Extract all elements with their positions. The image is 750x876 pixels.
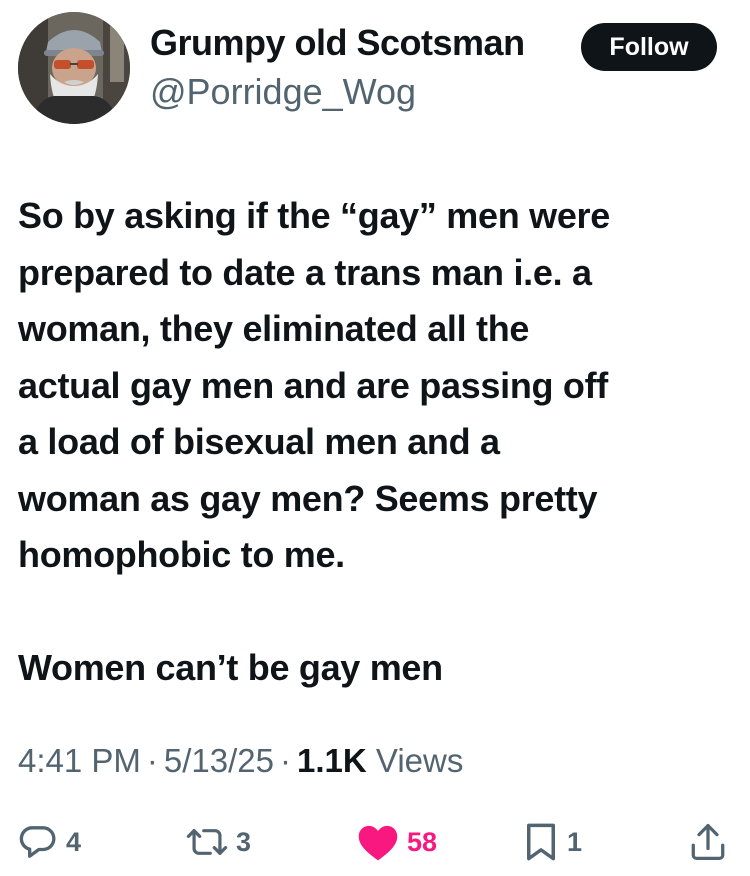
tweet-text-line: woman, they eliminated all the (18, 308, 530, 349)
tweet-closing-line: Women can’t be gay men (18, 647, 443, 688)
like-button[interactable]: 58 (357, 812, 437, 872)
tweet-date[interactable]: 5/13/25 (164, 742, 274, 779)
repost-icon (186, 829, 228, 855)
author-display-name[interactable]: Grumpy old Scotsman (150, 22, 525, 64)
views-label: Views (375, 742, 464, 779)
heart-icon (358, 825, 398, 861)
tweet-meta: 4:41 PM · 5/13/25 · 1.1K Views (18, 742, 463, 780)
like-count: 58 (407, 826, 438, 857)
share-icon (691, 824, 725, 860)
tweet-text-line: homophobic to me. (18, 534, 345, 575)
tweet-text-line: a load of bisexual men and a (18, 421, 500, 462)
bookmark-icon (527, 823, 555, 861)
tweet-text-line: So by asking if the “gay” men were (18, 195, 610, 236)
reply-icon (19, 826, 56, 858)
bookmark-button[interactable]: 1 (523, 812, 582, 872)
views-count: 1.1K (297, 742, 367, 779)
repost-count: 3 (236, 826, 252, 857)
share-button[interactable] (690, 812, 726, 872)
author-handle[interactable]: @Porridge_Wog (150, 71, 416, 113)
repost-button[interactable]: 3 (186, 812, 251, 872)
tweet-text: So by asking if the “gay” men were prepa… (18, 188, 733, 697)
reply-count: 4 (66, 826, 82, 857)
tweet-time[interactable]: 4:41 PM (18, 742, 141, 779)
meta-separator: · (280, 742, 292, 779)
avatar-image (18, 12, 130, 124)
reply-button[interactable]: 4 (18, 812, 81, 872)
avatar[interactable] (18, 12, 130, 124)
follow-button[interactable]: Follow (581, 23, 717, 71)
tweet-header: Grumpy old Scotsman @Porridge_Wog Follow (0, 0, 750, 140)
meta-separator: · (146, 742, 158, 779)
tweet-text-line: actual gay men and are passing off (18, 364, 608, 406)
tweet-text-line: woman as gay men? Seems pretty (18, 477, 598, 519)
tweet-text-line: prepared to date a trans man i.e. a (18, 251, 592, 293)
bookmark-count: 1 (567, 826, 583, 857)
tweet-actions: 4 3 58 1 (0, 812, 750, 872)
